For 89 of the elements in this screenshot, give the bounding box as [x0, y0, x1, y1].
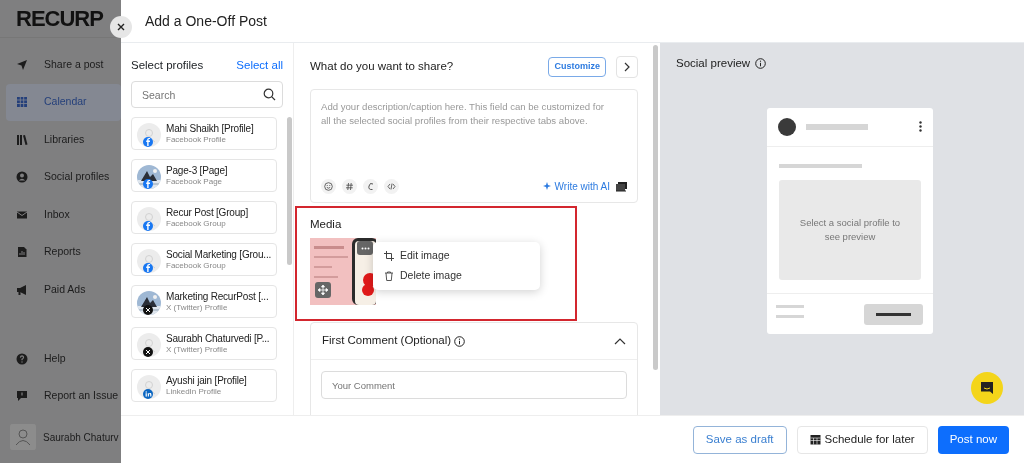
kebab-icon[interactable]: [919, 121, 922, 132]
profile-network: Facebook Profile: [166, 134, 228, 145]
profile-name: Recur Post [Group]: [166, 206, 248, 219]
x-logo-icon: [143, 346, 153, 357]
report-icon: [16, 246, 28, 259]
image-library-icon[interactable]: [616, 181, 627, 192]
linkedin-icon: [143, 388, 153, 399]
profile-card[interactable]: Page-3 [Page] Facebook Page: [131, 159, 277, 193]
calendar-icon: [16, 96, 28, 109]
profile-network: Facebook Group: [166, 260, 227, 271]
user-menu[interactable]: Saurabh Chaturv: [0, 415, 121, 459]
nav-item[interactable]: Share a post: [6, 46, 121, 84]
help-icon: [16, 352, 28, 365]
drag-handle[interactable]: [315, 282, 331, 298]
user-icon: [16, 171, 28, 184]
profile-card[interactable]: Recur Post [Group] Facebook Group: [131, 201, 277, 235]
profile-name: Saurabh Chaturvedi [P...: [166, 332, 270, 345]
hashtag-icon[interactable]: [345, 182, 354, 191]
calendar-icon: [809, 434, 821, 445]
post-now-button[interactable]: Post now: [937, 425, 1009, 454]
nav-item[interactable]: Social profiles: [6, 158, 121, 196]
skeleton-line: [776, 315, 804, 318]
info-icon: [454, 335, 466, 347]
draft-button[interactable]: Save as draft: [692, 425, 787, 454]
customize-button[interactable]: Customize: [548, 57, 606, 77]
caption-box[interactable]: Add your description/caption here. This field can be customized for all the selected social profiles from their respective tabs above. Write with AI: [310, 89, 638, 203]
profile-card[interactable]: Social Marketing [Grou... Facebook Group: [131, 243, 277, 277]
nav-item[interactable]: Reports: [6, 233, 121, 271]
profile-card[interactable]: Saurabh Chaturvedi [P... X (Twitter) Profile: [131, 327, 277, 361]
profile-name: Mahi Shaikh [Profile]: [166, 122, 254, 135]
section-heading: What do you want to share?: [310, 59, 454, 75]
emoji-icon[interactable]: [324, 182, 333, 191]
section-heading: Social preview: [676, 56, 751, 71]
nav-item[interactable]: Report an Issue: [6, 377, 121, 415]
comment-field[interactable]: Your Comment: [321, 371, 627, 399]
megaphone-icon: [16, 283, 28, 296]
nav-item[interactable]: Paid Ads: [6, 271, 121, 309]
avatar-icon: [778, 118, 796, 136]
scrollbar[interactable]: [653, 45, 658, 370]
chat-icon: [980, 381, 994, 395]
profile-card[interactable]: Mahi Shaikh [Profile] Facebook Profile: [131, 117, 277, 151]
move-icon: [318, 285, 328, 295]
search-icon: [263, 88, 276, 102]
chevron-right-icon: [624, 62, 630, 72]
profile-name: Page-3 [Page]: [166, 164, 228, 177]
profile-network: X (Twitter) Profile: [166, 344, 229, 355]
profile-card[interactable]: Marketing RecurPost [... X (Twitter) Profile: [131, 285, 277, 319]
profile-network: LinkedIn Profile: [166, 386, 223, 397]
menu-item[interactable]: Delete image: [373, 266, 540, 286]
crop-icon: [384, 251, 394, 261]
menu-item[interactable]: Edit image: [373, 246, 540, 266]
nav-item[interactable]: Libraries: [6, 121, 121, 159]
nav-item[interactable]: Inbox: [6, 196, 121, 234]
more-button[interactable]: [357, 241, 373, 255]
profile-name: Social Marketing [Grou...: [166, 248, 272, 261]
facebook-icon: [143, 178, 153, 189]
skeleton-line: [776, 305, 804, 308]
profile-name: Marketing RecurPost [...: [166, 290, 269, 303]
profile-network: Facebook Group: [166, 218, 227, 229]
section-heading: Media: [310, 217, 343, 232]
facebook-icon: [143, 220, 153, 231]
trash-icon: [384, 271, 394, 281]
nav-item[interactable]: Calendar: [6, 83, 121, 121]
facebook-icon: [143, 136, 153, 147]
schedule-button[interactable]: Schedule for later: [796, 425, 928, 454]
preview-message: Select a social profile to see preview: [779, 180, 921, 280]
sparkle-icon: [542, 182, 552, 191]
comment-header[interactable]: First Comment (Optional): [311, 323, 637, 360]
send-icon: [16, 58, 28, 71]
nav-item[interactable]: Help: [6, 340, 121, 378]
curve-icon[interactable]: [366, 182, 375, 191]
write-with-ai-button[interactable]: Write with AI: [542, 179, 610, 194]
search-field[interactable]: Search: [131, 81, 283, 109]
facebook-icon: [143, 262, 153, 273]
report-issue-icon: [16, 390, 28, 403]
scrollbar[interactable]: [287, 117, 292, 265]
books-icon: [16, 133, 28, 146]
info-icon: [755, 58, 767, 70]
section-heading: Select profiles: [131, 58, 204, 73]
x-logo-icon: [143, 304, 153, 315]
more-icon: [360, 246, 370, 250]
close-icon: [117, 23, 125, 31]
select-all-link[interactable]: Select all: [236, 57, 283, 75]
profile-network: X (Twitter) Profile: [166, 302, 229, 313]
profile-name: Ayushi jain [Profile]: [166, 374, 247, 387]
code-icon[interactable]: [387, 182, 396, 191]
profile-card[interactable]: Ayushi jain [Profile] LinkedIn Profile: [131, 369, 277, 403]
next-button[interactable]: [616, 56, 638, 78]
profile-network: Facebook Page: [166, 176, 224, 187]
